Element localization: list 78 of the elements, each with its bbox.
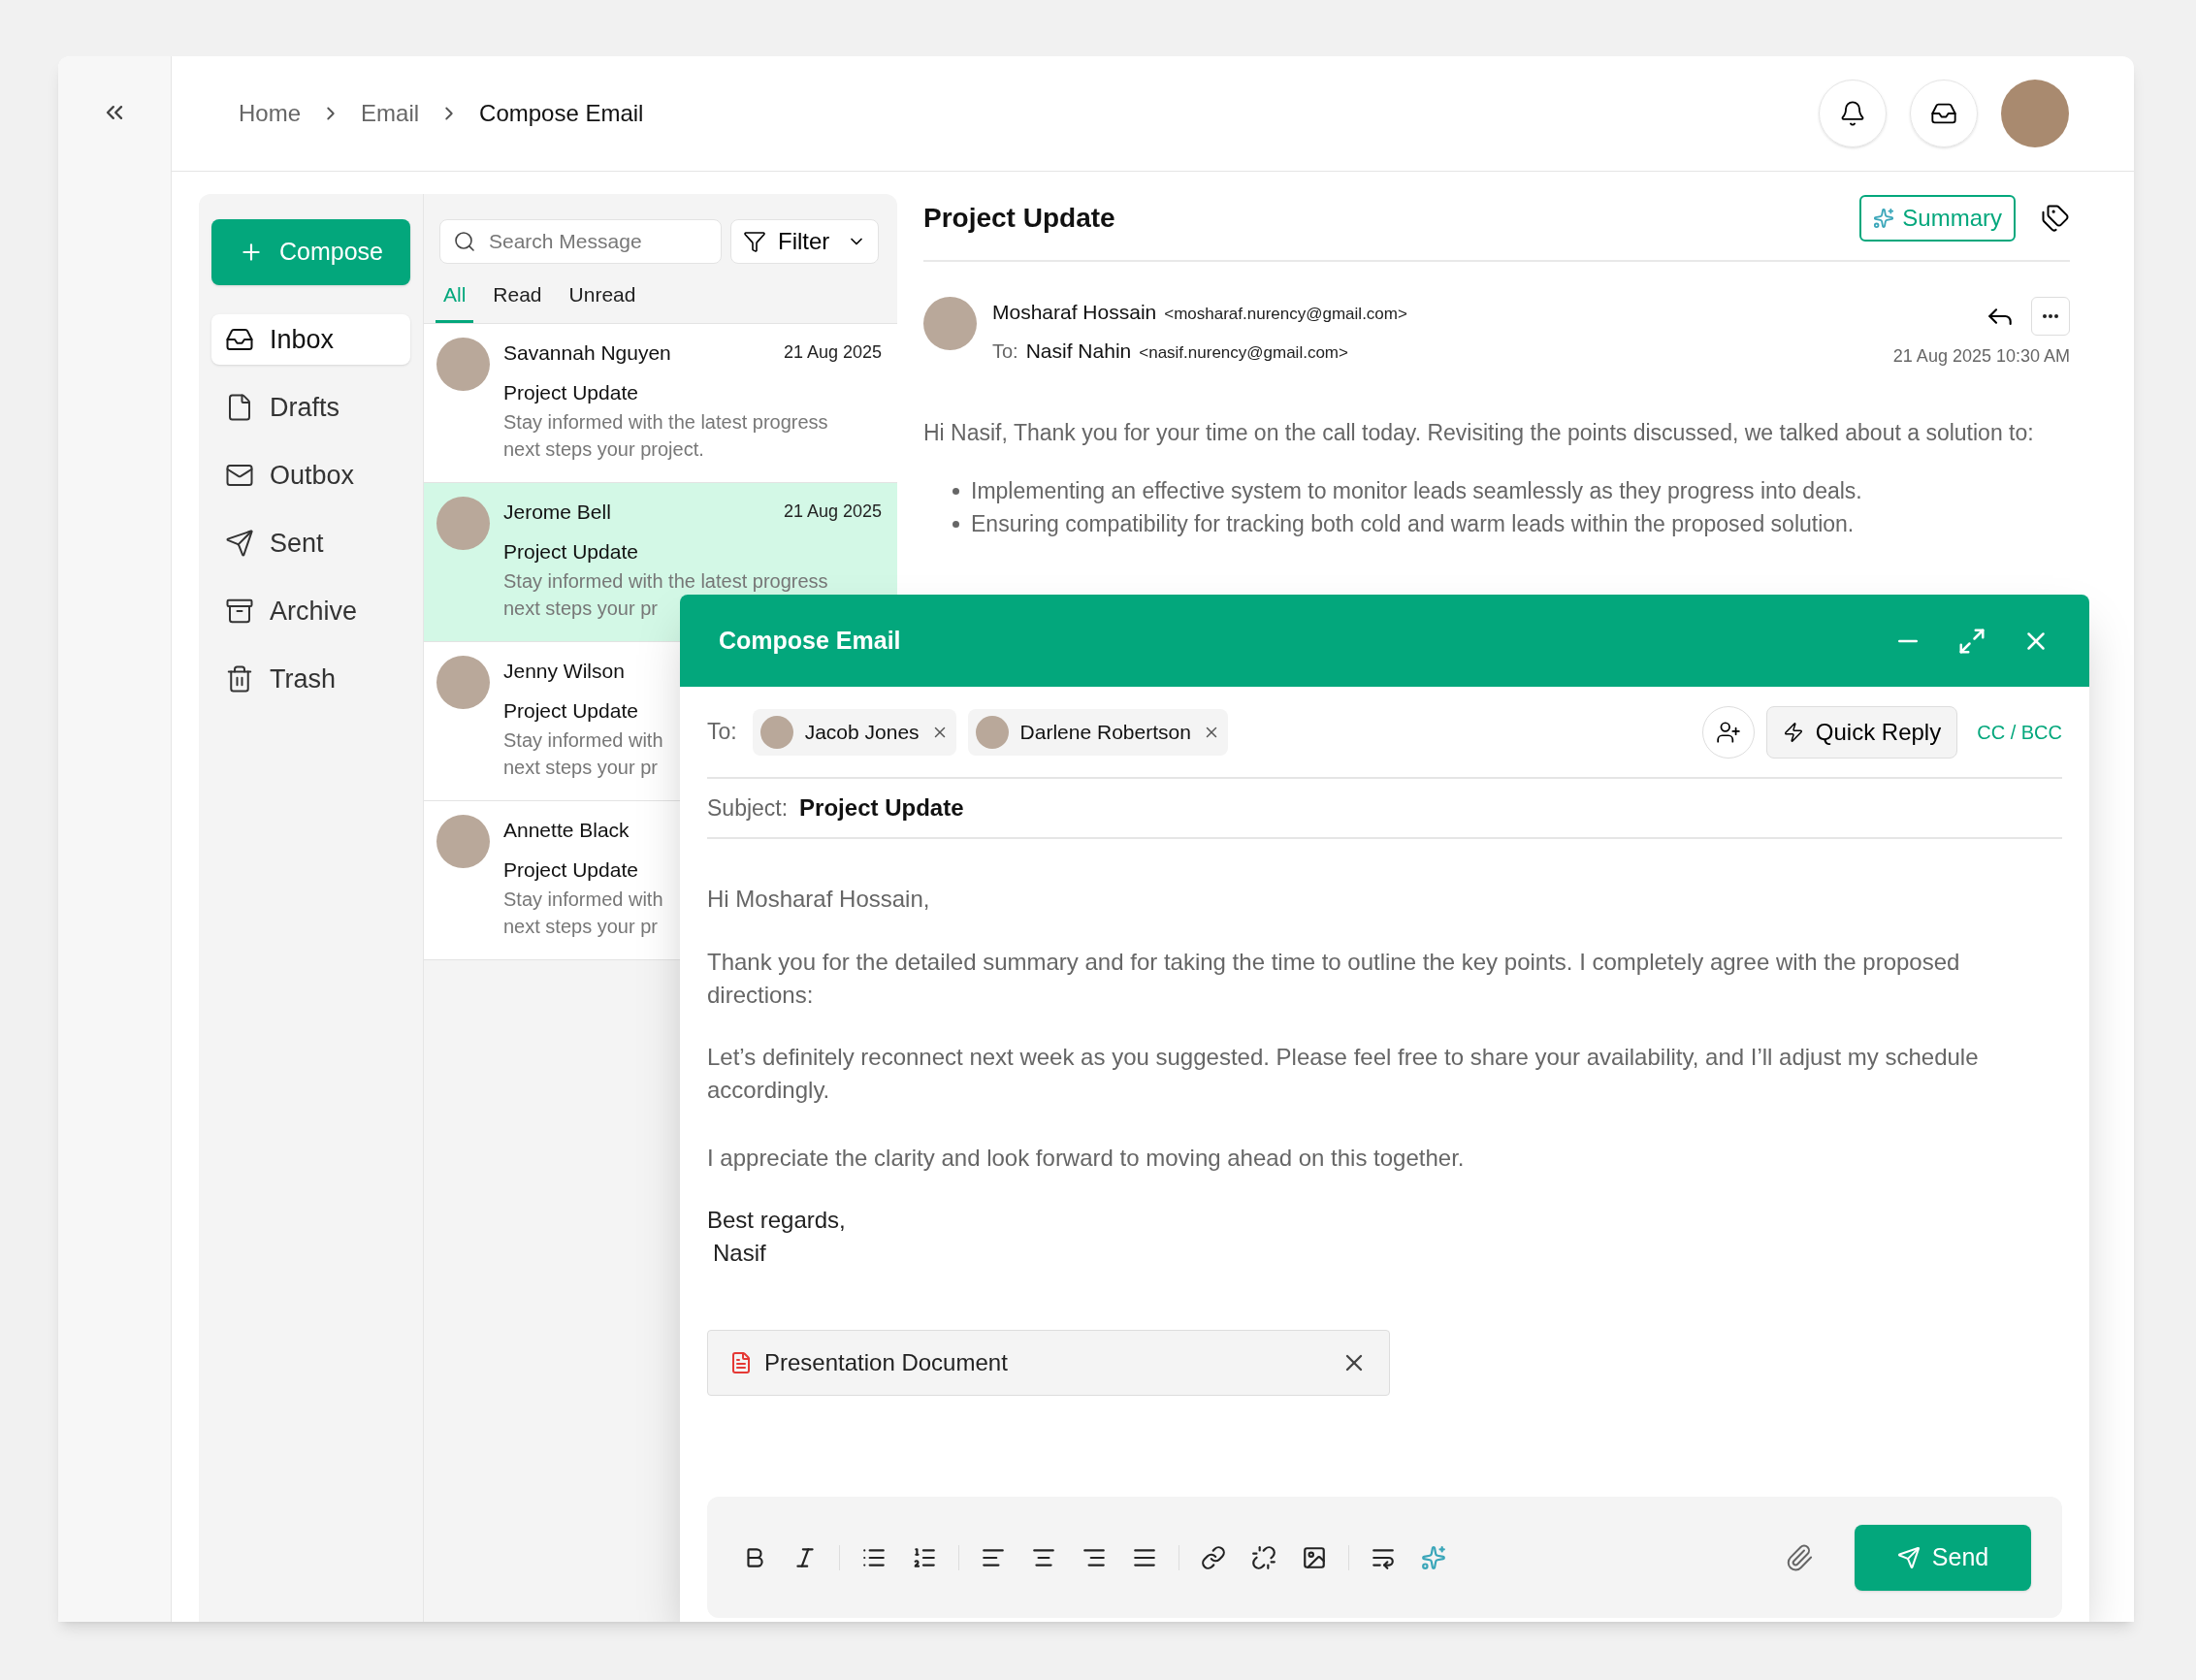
pdf-file-icon (729, 1351, 753, 1374)
nav-item[interactable]: Inbox (211, 314, 410, 365)
sender-name: Savannah Nguyen (503, 339, 671, 366)
message-preview: Stay informed with (503, 887, 663, 912)
message-preview: next steps your pr (503, 755, 658, 780)
to-label: To: (707, 718, 737, 747)
attachment-chip[interactable]: Presentation Document (707, 1330, 1390, 1396)
nav-item[interactable]: Trash (211, 654, 410, 704)
sender-name: Mosharaf Hossain (992, 300, 1157, 325)
nav-item[interactable]: Sent (211, 518, 410, 568)
recipient-chip[interactable]: Jacob Jones (752, 708, 956, 756)
to-label: To: (992, 339, 1018, 364)
sender-avatar (923, 297, 977, 350)
nav-item[interactable]: Drafts (211, 382, 410, 433)
sender-name: Annette Black (503, 817, 630, 843)
nav-item[interactable]: Outbox (211, 450, 410, 501)
archive-icon (225, 597, 254, 626)
bullet-icon (953, 520, 959, 528)
sender-email: <mosharaf.nurency@gmail.com> (1164, 304, 1407, 325)
attach-icon[interactable] (1785, 1542, 1814, 1572)
ellipsis-icon (2043, 314, 2058, 318)
attachment-name: Presentation Document (764, 1348, 1008, 1377)
breadcrumb-link[interactable]: Compose Email (479, 96, 644, 131)
message-row[interactable]: Savannah Nguyen 21 Aug 2025 Project Update Stay informed with the latest progress next steps your project. (424, 323, 897, 483)
recipient-chip[interactable]: Darlene Robertson (967, 708, 1228, 756)
message-subject: Project Update (503, 857, 639, 883)
sender-name: Jerome Bell (503, 499, 611, 525)
funnel-icon (743, 230, 766, 253)
filter-dropdown[interactable]: Filter (730, 219, 879, 264)
add-user-icon (1715, 719, 1741, 745)
search-icon (453, 230, 476, 253)
recipient-email: <nasif.nurency@gmail.com> (1139, 341, 1348, 364)
signature-line: Best regards, (707, 1206, 847, 1235)
more-button[interactable] (2031, 297, 2070, 336)
recipient-avatar (975, 715, 1009, 749)
message-preview: Stay informed with the latest progress (503, 409, 828, 435)
bell-icon (1839, 100, 1866, 127)
breadcrumb-link[interactable]: Home (239, 96, 302, 131)
email-date: 21 Aug 2025 10:30 AM (1892, 345, 2070, 368)
sender-name: Jenny Wilson (503, 658, 625, 684)
nav-item[interactable]: Archive (211, 586, 410, 636)
lightning-icon (1782, 721, 1804, 743)
compose-paragraph: Let’s definitely reconnect next week as you suggested. Please feel free to share your availability, and I’ll adjust my schedule accordingly. (707, 1043, 1980, 1105)
message-subject: Project Update (503, 539, 639, 565)
breadcrumb-link[interactable]: Email (361, 96, 420, 131)
signature-line: Nasif (712, 1239, 767, 1268)
message-date: 21 Aug 2025 (783, 500, 882, 523)
message-subject: Project Update (503, 380, 639, 405)
recipient-avatar (759, 715, 793, 749)
message-preview: Stay informed with (503, 727, 663, 753)
email-bullet: Ensuring compatibility for tracking both cold and warm leads within the proposed solution. (953, 507, 2070, 540)
sender-avatar (436, 814, 490, 868)
email-title: Project Update (923, 202, 1115, 235)
quick-reply-button[interactable]: Quick Reply (1765, 705, 1958, 759)
message-date: 21 Aug 2025 (783, 340, 882, 364)
message-preview: next steps your pr (503, 914, 658, 939)
sender-avatar (436, 655, 490, 709)
recipient-name: Darlene Robertson (1019, 719, 1191, 745)
sender-avatar (436, 496, 490, 550)
sent-icon (225, 529, 254, 558)
sparkles-icon (1873, 208, 1895, 229)
tag-icon[interactable] (2041, 204, 2070, 233)
compose-paragraph: I appreciate the clarity and look forward to moving ahead on this together. (707, 1144, 1466, 1173)
filter-tab[interactable]: Read (485, 279, 550, 323)
search-field[interactable]: Search Message (439, 219, 722, 264)
sender-avatar (436, 337, 490, 391)
recipient-name: Nasif Nahin (1025, 338, 1132, 364)
email-body: Hi Nasif, Thank you for your time on the call today. Revisiting the points discussed, we talked about a solution to: (923, 419, 2035, 447)
bullet-icon (953, 487, 959, 495)
email-bullet: Implementing an effective system to monitor leads seamlessly as they progress into deals. (953, 474, 2070, 507)
filter-tab[interactable]: Unread (561, 279, 644, 323)
message-subject: Project Update (503, 698, 639, 724)
send-icon (1896, 1545, 1921, 1569)
message-preview: Stay informed with the latest progress (503, 568, 828, 594)
message-preview: next steps your pr (503, 596, 658, 621)
trash-icon (225, 664, 254, 694)
expand-icon[interactable] (1957, 626, 1986, 656)
message-preview: next steps your project. (503, 436, 704, 462)
